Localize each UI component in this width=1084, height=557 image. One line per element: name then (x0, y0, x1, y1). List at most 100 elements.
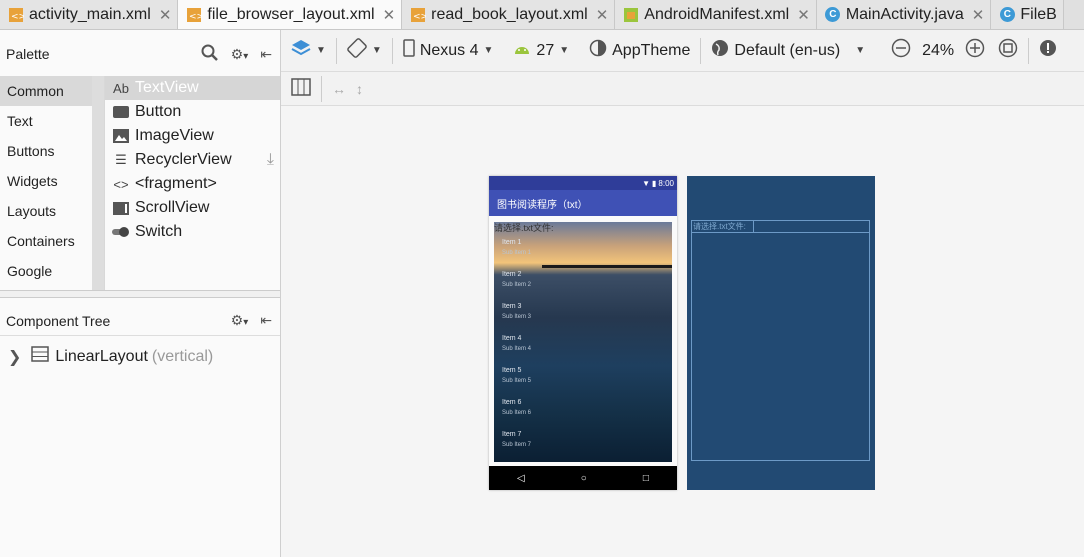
api-label: 27 (536, 41, 555, 59)
blueprint-list-outline (691, 220, 870, 461)
palette-item-label: Switch (135, 223, 183, 240)
theme-selector[interactable]: AppTheme (579, 37, 700, 65)
tab-label: read_book_layout.xml (431, 5, 588, 23)
tree-node-linearlayout[interactable]: ❯ LinearLayout (vertical) (8, 346, 213, 367)
list-item[interactable]: Item 5 Sub Item 5 (502, 366, 531, 386)
chevron-down-icon: ▼ (483, 45, 494, 56)
palette-item-fragment[interactable]: <> <fragment> (105, 172, 280, 196)
rotate-icon (347, 38, 367, 63)
zoom-out-icon[interactable] (891, 38, 911, 63)
category-containers[interactable]: Containers (0, 226, 104, 256)
category-common[interactable]: Common (0, 76, 104, 106)
expand-horizontal-button[interactable]: ↔ (322, 75, 356, 103)
tab-file-browser-layout[interactable]: <> file_browser_layout.xml ✕ (178, 0, 403, 29)
list-item[interactable]: Item 7 Sub Item 7 (502, 430, 531, 450)
expand-arrow-icon[interactable]: ❯ (8, 347, 21, 367)
palette-item-textview[interactable]: Ab TextView (105, 76, 280, 100)
expand-vertical-button[interactable]: ↕ (356, 75, 373, 103)
list-item[interactable]: Item 4 Sub Item 4 (502, 334, 531, 354)
blueprint-preview[interactable]: 请选择.txt文件: (687, 176, 875, 490)
design-surface-button[interactable]: ▼ (281, 37, 336, 65)
chevron-down-icon: ▼ (855, 45, 866, 56)
category-text[interactable]: Text (0, 106, 104, 136)
categories-scrollbar[interactable] (92, 76, 104, 291)
editor-tab-bar: <> activity_main.xml ✕ <> file_browser_l… (0, 0, 1084, 30)
svg-text:<>: <> (11, 12, 24, 22)
tab-read-book-layout[interactable]: <> read_book_layout.xml ✕ (402, 0, 616, 29)
phone-preview[interactable]: ▼ ▮ 8:00 图书阅读程序（txt） Item 1 Sub Item 1 It… (489, 176, 677, 490)
tab-file-browser[interactable]: C FileB (991, 0, 1064, 29)
download-icon[interactable]: ⤓ (267, 151, 274, 169)
image-icon (112, 129, 130, 143)
close-icon[interactable]: ✕ (797, 6, 810, 24)
list-item[interactable]: Item 3 Sub Item 3 (502, 302, 531, 322)
list-item[interactable]: Item 2 Sub Item 2 (502, 270, 531, 290)
phone-content: Item 1 Sub Item 1 Item 2 Sub Item 2 Item 3… (489, 216, 677, 466)
palette-item-recyclerview[interactable]: ☰ RecyclerView ⤓ (105, 148, 280, 172)
button-icon (112, 106, 130, 118)
textview-icon: Ab (113, 80, 129, 96)
viewport-button[interactable] (281, 75, 321, 103)
locale-selector[interactable]: Default (en-us) ▼ (701, 37, 875, 65)
file-list[interactable]: Item 1 Sub Item 1 Item 2 Sub Item 2 Item 3… (494, 222, 672, 462)
tab-label: AndroidManifest.xml (644, 5, 790, 23)
navigation-bar: ◁ ○ □ (489, 466, 677, 490)
list-icon: ☰ (115, 152, 127, 167)
tree-node-label: LinearLayout (55, 347, 148, 365)
back-icon[interactable]: ◁ (517, 473, 525, 484)
palette-item-scrollview[interactable]: ScrollView (105, 196, 280, 220)
class-file-icon: C (999, 7, 1015, 23)
tab-activity-main[interactable]: <> activity_main.xml ✕ (0, 0, 179, 29)
svg-text:<>: <> (189, 12, 202, 22)
horizontal-arrows-icon: ↔ (332, 80, 346, 97)
zoom-in-icon[interactable] (965, 38, 985, 63)
close-icon[interactable]: ✕ (596, 6, 609, 24)
palette-item-switch[interactable]: Switch (105, 220, 280, 244)
palette-item-button[interactable]: Button (105, 100, 280, 124)
recents-icon[interactable]: □ (643, 473, 649, 484)
close-icon[interactable]: ✕ (159, 6, 172, 24)
chevron-down-icon: ▼ (316, 45, 326, 56)
blueprint-prompt: 请选择.txt文件: (692, 221, 754, 233)
warnings-button[interactable] (1029, 37, 1067, 65)
category-layouts[interactable]: Layouts (0, 196, 104, 226)
list-item[interactable]: Item 6 Sub Item 6 (502, 398, 531, 418)
search-icon[interactable] (201, 44, 219, 65)
palette-item-label: Button (135, 103, 182, 120)
left-panel: Palette ⚙▾ ⇤ Common Text Buttons Widgets… (0, 30, 281, 557)
close-icon[interactable]: ✕ (383, 6, 396, 24)
columns-icon (291, 78, 311, 99)
globe-icon (711, 39, 729, 62)
app-bar: 图书阅读程序（txt） (489, 190, 677, 216)
svg-text:<>: <> (413, 12, 426, 22)
linearlayout-icon (31, 346, 50, 367)
category-buttons[interactable]: Buttons (0, 136, 104, 166)
palette-item-imageview[interactable]: ImageView (105, 124, 280, 148)
gear-icon[interactable]: ⚙▾ (231, 46, 249, 63)
tab-label: MainActivity.java (845, 5, 964, 23)
category-widgets[interactable]: Widgets (0, 166, 104, 196)
locale-label: Default (en-us) (734, 41, 841, 59)
manifest-file-icon (623, 7, 639, 23)
zoom-controls: 24% (875, 37, 1028, 65)
category-google[interactable]: Google (0, 256, 104, 286)
component-tree-header: Component Tree ⚙▾ ⇤ (0, 306, 280, 336)
close-icon[interactable]: ✕ (972, 6, 985, 24)
panel-splitter[interactable] (0, 290, 280, 298)
list-item[interactable]: Item 1 Sub Item 1 (502, 238, 531, 258)
zoom-level: 24% (922, 41, 955, 59)
orientation-button[interactable]: ▼ (337, 37, 392, 65)
chevron-down-icon: ▼ (559, 45, 570, 56)
tab-label: file_browser_layout.xml (207, 5, 375, 23)
hide-panel-icon[interactable]: ⇤ (260, 312, 272, 329)
hide-panel-icon[interactable]: ⇤ (260, 46, 272, 63)
tab-main-activity[interactable]: C MainActivity.java ✕ (816, 0, 992, 29)
gear-icon[interactable]: ⚙▾ (231, 312, 249, 329)
device-selector[interactable]: Nexus 4 ▼ (393, 37, 504, 65)
tab-android-manifest[interactable]: AndroidManifest.xml ✕ (615, 0, 817, 29)
home-icon[interactable]: ○ (581, 473, 587, 484)
zoom-fit-icon[interactable] (998, 38, 1018, 63)
api-selector[interactable]: 27 ▼ (503, 37, 579, 65)
design-canvas[interactable]: ▼ ▮ 8:00 图书阅读程序（txt） Item 1 Sub Item 1 It… (281, 106, 1084, 557)
component-tree-title: Component Tree (6, 312, 111, 329)
